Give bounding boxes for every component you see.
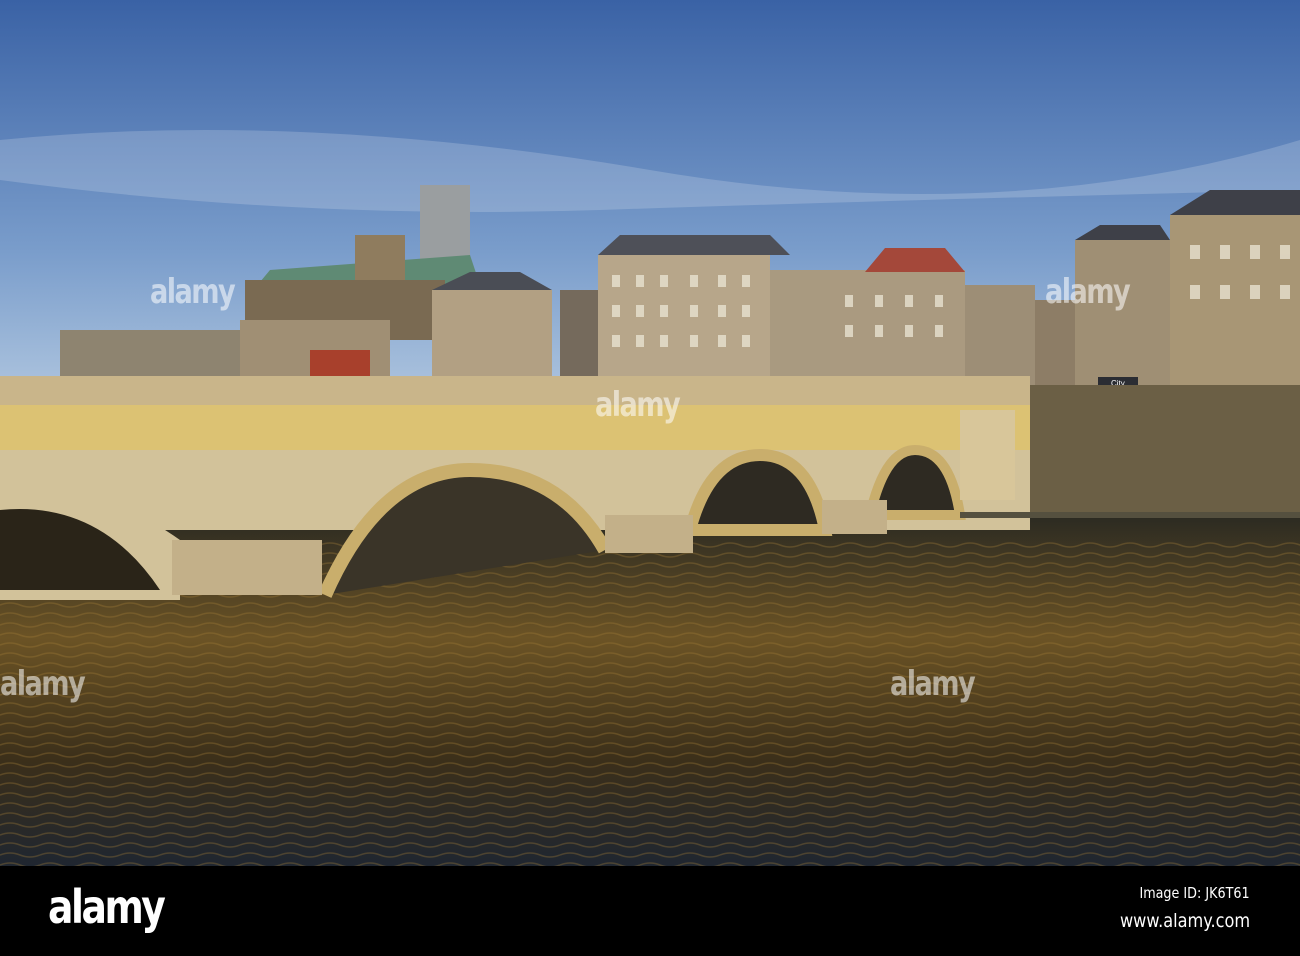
watermark: alamy (1045, 272, 1131, 312)
website-link[interactable]: www.alamy.com (1120, 910, 1250, 932)
image-id: Image ID: JK6T61 (1139, 884, 1250, 902)
photo-frame: City alamy alamy alamy alamy alamy alamy… (0, 0, 1300, 956)
watermark: alamy (890, 664, 976, 704)
watermark: alamy (150, 272, 236, 312)
quay-wall (1015, 385, 1300, 515)
watermark: alamy (595, 385, 681, 425)
footer-bar: alamy Image ID: JK6T61 www.alamy.com (0, 866, 1300, 956)
footpath (960, 512, 1300, 518)
watermark: alamy (0, 664, 86, 704)
alamy-logo: alamy (48, 880, 166, 934)
river-bridge-photo: City (0, 0, 1300, 866)
